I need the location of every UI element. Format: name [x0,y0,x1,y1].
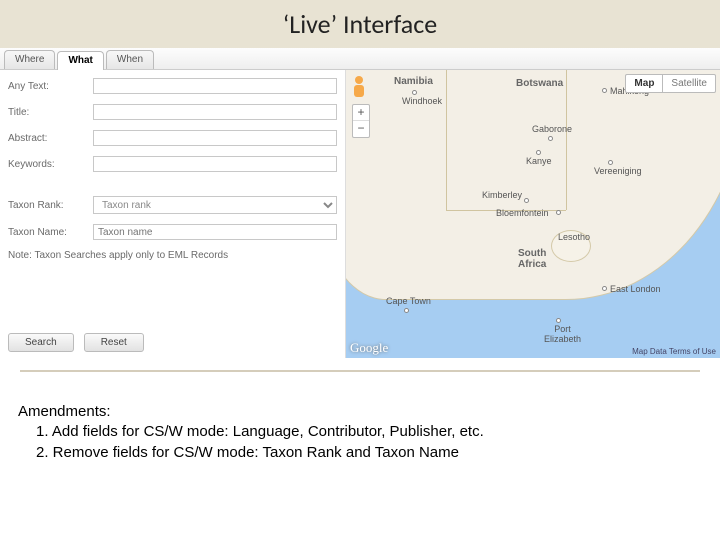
city-kanye: Kanye [526,156,552,166]
title-input[interactable] [93,104,337,120]
tab-when[interactable]: When [106,50,154,69]
maptype-satellite-button[interactable]: Satellite [662,74,716,93]
country-southafrica: South Africa [518,248,546,270]
city-eastlondon: East London [610,284,661,294]
map-border [446,70,447,210]
city-capetown: Cape Town [386,296,431,306]
city-dot [548,136,553,141]
anytext-input[interactable] [93,78,337,94]
city-vereeniging: Vereeniging [594,166,642,176]
keywords-input[interactable] [93,156,337,172]
taxonname-input[interactable] [93,224,337,240]
city-dot [556,210,561,215]
taxonrank-select[interactable]: Taxon rank [93,196,337,214]
city-bloemfontein: Bloemfontein [496,208,549,218]
abstract-label: Abstract: [8,133,93,144]
city-dot [524,198,529,203]
maptype-map-button[interactable]: Map [625,74,662,93]
page-title: ‘Live’ Interface [283,8,437,40]
country-namibia: Namibia [394,76,433,87]
amendment-1: 1. Add fields for CS/W mode: Language, C… [18,422,702,442]
city-dot [412,90,417,95]
amendments-block: Amendments: 1. Add fields for CS/W mode:… [0,372,720,463]
amendment-2: 2. Remove fields for CS/W mode: Taxon Ra… [18,443,702,463]
city-dot [602,88,607,93]
tab-what[interactable]: What [57,51,103,70]
amendments-heading: Amendments: [18,402,702,422]
abstract-input[interactable] [93,130,337,146]
taxon-note: Note: Taxon Searches apply only to EML R… [8,250,337,261]
zoom-in-button[interactable]: + [353,105,369,121]
maptype-control: Map Satellite [625,74,716,93]
search-form: Any Text: Title: Abstract: Keywords: Tax… [0,70,345,358]
zoom-control: + − [352,104,370,138]
city-gaborone: Gaborone [532,124,572,134]
city-pe: Port Elizabeth [544,324,581,344]
taxonname-label: Taxon Name: [8,227,93,238]
map-border [566,70,567,210]
anytext-label: Any Text: [8,81,93,92]
city-dot [608,160,613,165]
google-logo: Google [350,340,388,356]
country-lesotho: Lesotho [558,232,590,242]
tab-where[interactable]: Where [4,50,55,69]
content-area: Any Text: Title: Abstract: Keywords: Tax… [0,70,720,358]
map-terms[interactable]: Map Data Terms of Use [632,347,716,356]
form-buttons: Search Reset [8,333,144,352]
slide-title-bar: ‘Live’ Interface [0,0,720,48]
city-windhoek: Windhoek [402,96,442,106]
keywords-label: Keywords: [8,159,93,170]
taxonrank-label: Taxon Rank: [8,200,93,211]
map[interactable]: Namibia Botswana South Africa Lesotho Wi… [345,70,720,358]
zoom-out-button[interactable]: − [353,121,369,137]
reset-button[interactable]: Reset [84,333,144,352]
search-button[interactable]: Search [8,333,74,352]
city-kimberley: Kimberley [482,190,522,200]
city-dot [602,286,607,291]
city-dot [556,318,561,323]
city-dot [404,308,409,313]
title-label: Title: [8,107,93,118]
country-botswana: Botswana [516,78,563,89]
app-panel: Where What When Any Text: Title: Abstrac… [0,48,720,358]
tab-strip: Where What When [0,48,720,70]
pegman-icon[interactable] [352,76,366,98]
city-dot [536,150,541,155]
